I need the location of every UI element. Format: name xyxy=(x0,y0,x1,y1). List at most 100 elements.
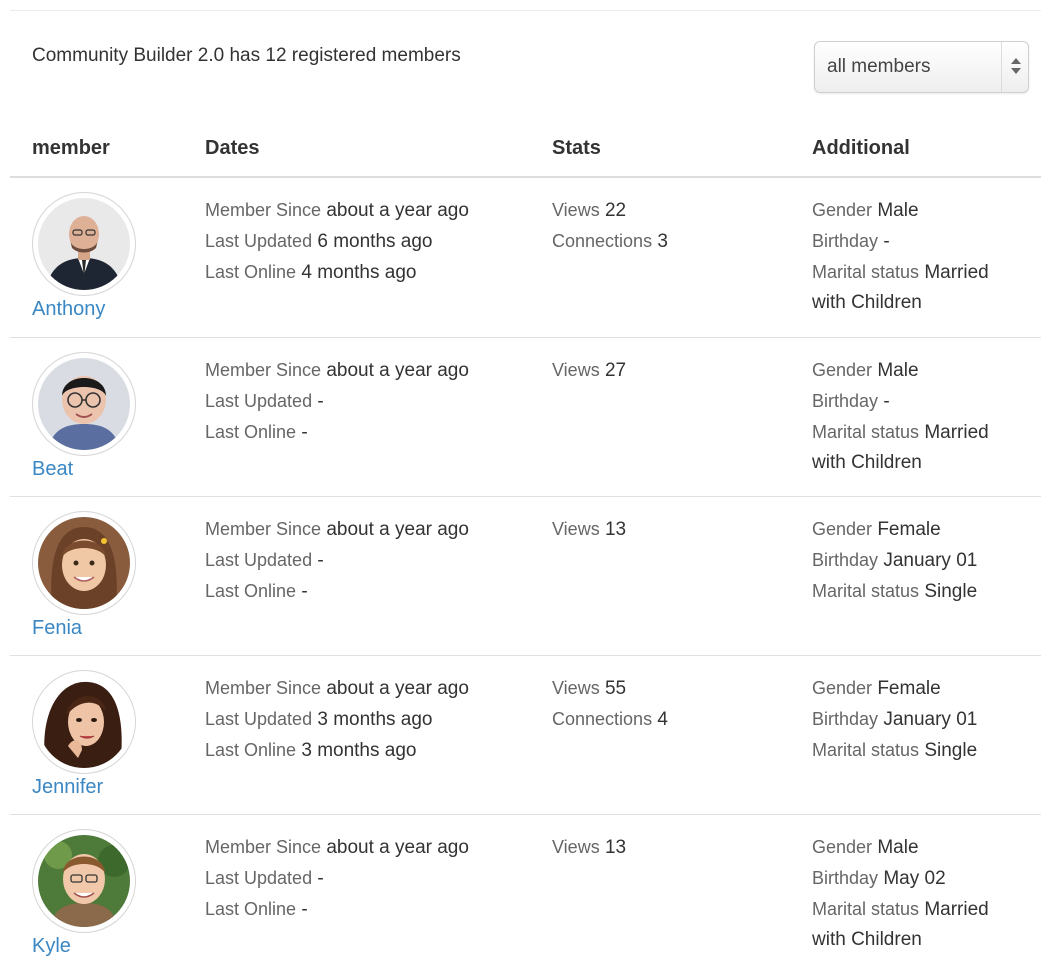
member-name-link[interactable]: Jennifer xyxy=(32,776,103,799)
select-divider xyxy=(1001,42,1002,92)
views-value: 13 xyxy=(604,519,627,540)
last-updated-value: - xyxy=(317,550,324,571)
last-updated-label: Last Updated xyxy=(205,391,313,411)
dates-cell: Member Since about a year ago Last Updat… xyxy=(205,673,535,766)
additional-cell: Gender Male Birthday - Marital status Ma… xyxy=(812,195,1027,318)
stats-cell: Views 13 xyxy=(552,832,792,863)
member-name-link[interactable]: Beat xyxy=(32,458,73,481)
avatar[interactable] xyxy=(32,192,136,296)
additional-cell: Gender Male Birthday May 02 Marital stat… xyxy=(812,832,1027,955)
marital-status-label: Marital status xyxy=(812,740,920,760)
avatar-beat-image xyxy=(38,358,130,450)
last-updated-value: 3 months ago xyxy=(317,709,433,730)
last-online-value: - xyxy=(301,422,308,443)
dates-cell: Member Since about a year ago Last Updat… xyxy=(205,514,535,607)
member-since-label: Member Since xyxy=(205,837,322,857)
birthday-value: May 02 xyxy=(883,868,946,889)
stats-cell: Views 55 Connections 4 xyxy=(552,673,792,735)
column-header-member[interactable]: member xyxy=(32,137,110,160)
connections-label: Connections xyxy=(552,709,653,729)
avatar-fenia-image xyxy=(38,517,130,609)
member-row: Kyle Member Since about a year ago Last … xyxy=(10,814,1041,957)
member-row: Jennifer Member Since about a year ago L… xyxy=(10,655,1041,814)
last-updated-label: Last Updated xyxy=(205,868,313,888)
stats-cell: Views 13 xyxy=(552,514,792,545)
member-filter-select[interactable]: all members xyxy=(814,41,1029,93)
marital-status-value: Single xyxy=(924,740,978,761)
marital-status-label: Marital status xyxy=(812,899,920,919)
birthday-value: - xyxy=(883,391,890,412)
member-since-value: about a year ago xyxy=(326,678,469,699)
additional-cell: Gender Male Birthday - Marital status Ma… xyxy=(812,355,1027,478)
member-name-link[interactable]: Anthony xyxy=(32,298,105,321)
connections-value: 3 xyxy=(657,231,668,252)
connections-value: 4 xyxy=(657,709,668,730)
last-updated-value: 6 months ago xyxy=(317,231,433,252)
last-updated-value: - xyxy=(317,868,324,889)
avatar[interactable] xyxy=(32,352,136,456)
birthday-value: January 01 xyxy=(883,709,978,730)
stats-cell: Views 27 xyxy=(552,355,792,386)
views-label: Views xyxy=(552,200,600,220)
member-since-value: about a year ago xyxy=(326,360,469,381)
column-header-dates: Dates xyxy=(205,137,260,159)
additional-cell: Gender Female Birthday January 01 Marita… xyxy=(812,514,1027,607)
member-name-link[interactable]: Kyle xyxy=(32,935,71,957)
views-value: 22 xyxy=(604,200,627,221)
views-value: 13 xyxy=(604,837,627,858)
last-online-label: Last Online xyxy=(205,422,297,442)
last-updated-label: Last Updated xyxy=(205,550,313,570)
last-online-label: Last Online xyxy=(205,262,297,282)
birthday-value: January 01 xyxy=(883,550,978,571)
gender-label: Gender xyxy=(812,837,873,857)
member-count-summary: Community Builder 2.0 has 12 registered … xyxy=(32,45,461,66)
connections-label: Connections xyxy=(552,231,653,251)
last-online-value: 4 months ago xyxy=(301,262,417,283)
views-value: 27 xyxy=(604,360,627,381)
member-name-link[interactable]: Fenia xyxy=(32,617,82,640)
member-row: Fenia Member Since about a year ago Last… xyxy=(10,496,1041,655)
member-since-label: Member Since xyxy=(205,360,322,380)
birthday-value: - xyxy=(883,231,890,252)
birthday-label: Birthday xyxy=(812,709,879,729)
member-since-label: Member Since xyxy=(205,678,322,698)
last-updated-label: Last Updated xyxy=(205,709,313,729)
dates-cell: Member Since about a year ago Last Updat… xyxy=(205,195,535,288)
birthday-label: Birthday xyxy=(812,868,879,888)
views-label: Views xyxy=(552,678,600,698)
gender-label: Gender xyxy=(812,519,873,539)
avatar[interactable] xyxy=(32,511,136,615)
avatar[interactable] xyxy=(32,670,136,774)
views-label: Views xyxy=(552,360,600,380)
member-since-value: about a year ago xyxy=(326,200,469,221)
gender-label: Gender xyxy=(812,360,873,380)
last-online-label: Last Online xyxy=(205,581,297,601)
birthday-label: Birthday xyxy=(812,550,879,570)
avatar-kyle-image xyxy=(38,835,130,927)
last-updated-value: - xyxy=(317,391,324,412)
gender-value: Male xyxy=(877,837,919,858)
marital-status-label: Marital status xyxy=(812,581,920,601)
last-online-label: Last Online xyxy=(205,899,297,919)
gender-value: Female xyxy=(877,678,941,699)
gender-label: Gender xyxy=(812,678,873,698)
member-row: Anthony Member Since about a year ago La… xyxy=(10,178,1041,337)
avatar-jennifer-image xyxy=(38,676,130,768)
avatar[interactable] xyxy=(32,829,136,933)
gender-value: Female xyxy=(877,519,941,540)
last-updated-label: Last Updated xyxy=(205,231,313,251)
member-since-value: about a year ago xyxy=(326,837,469,858)
member-since-label: Member Since xyxy=(205,200,322,220)
avatar-anthony-image xyxy=(38,198,130,290)
member-since-label: Member Since xyxy=(205,519,322,539)
select-arrows-icon xyxy=(1003,42,1029,92)
last-online-value: - xyxy=(301,581,308,602)
member-filter-value: all members xyxy=(827,56,931,77)
dates-cell: Member Since about a year ago Last Updat… xyxy=(205,832,535,925)
views-value: 55 xyxy=(604,678,627,699)
birthday-label: Birthday xyxy=(812,231,879,251)
member-row: Beat Member Since about a year ago Last … xyxy=(10,337,1041,496)
additional-cell: Gender Female Birthday January 01 Marita… xyxy=(812,673,1027,766)
gender-value: Male xyxy=(877,200,919,221)
views-label: Views xyxy=(552,519,600,539)
